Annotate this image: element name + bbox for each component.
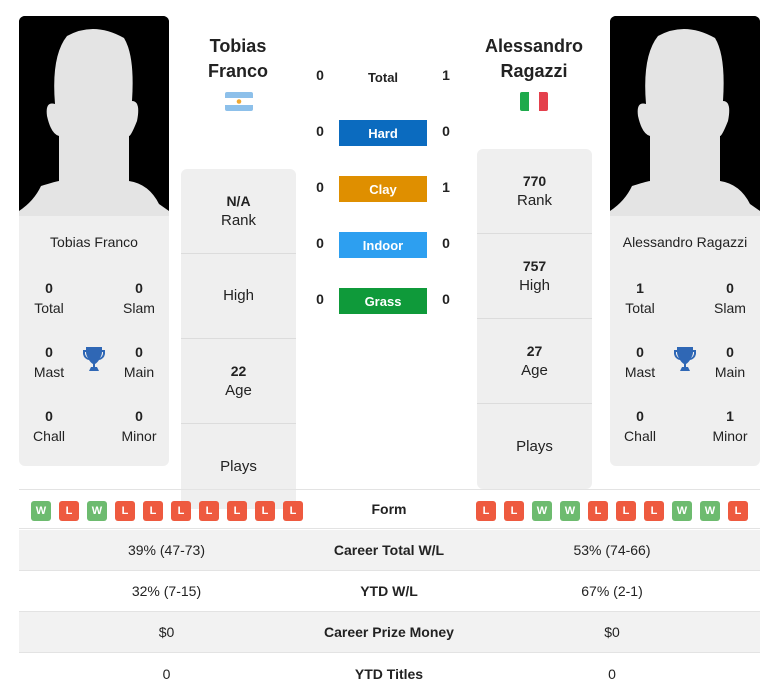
career-wl-label: Career Total W/L	[333, 542, 445, 558]
h2h-clay-p1: 0	[316, 179, 324, 195]
player1-form-badge-win[interactable]: W	[31, 501, 51, 521]
player2-form-badge-loss[interactable]: L	[728, 501, 748, 521]
h2h-total-label: Total	[367, 70, 399, 85]
h2h-total-p1: 0	[316, 67, 324, 83]
player2-titles-card: Alessandro Ragazzi 1 Total 0 Slam 0 Mast 0M…	[610, 216, 760, 466]
player1-main-titles: 0 Main	[123, 344, 155, 380]
h2h-indoor-p2: 0	[442, 235, 450, 251]
player-silhouette-icon	[610, 16, 760, 216]
ytd-wl-label: YTD W/L	[360, 583, 418, 599]
player1-ytd-wl: 32% (7-15)	[131, 583, 202, 599]
h2h-clay-p2: 1	[442, 179, 450, 195]
player2-form-badge-loss[interactable]: L	[644, 501, 664, 521]
player1-form-badge-loss[interactable]: L	[59, 501, 79, 521]
player2-minor-titles: 1 Minor	[712, 408, 748, 444]
player2-form-badge-win[interactable]: W	[672, 501, 692, 521]
player1-form-badge-win[interactable]: W	[87, 501, 107, 521]
h2h-grass-p2: 0	[442, 291, 450, 307]
stats-row-prize-money: $0 Career Prize Money $0	[19, 612, 760, 653]
player1-form-badge-loss[interactable]: L	[115, 501, 135, 521]
player1-form-badge-loss[interactable]: L	[171, 501, 191, 521]
player1-form-badge-loss[interactable]: L	[227, 501, 247, 521]
player2-mast-titles: 0 Mast	[624, 344, 656, 380]
player2-name[interactable]: Alessandro Ragazzi	[464, 34, 604, 84]
player1-chall-titles: 0 Chall	[33, 408, 65, 444]
surface-clay-badge[interactable]: Clay	[339, 176, 427, 202]
player1-minor-titles: 0 Minor	[121, 408, 157, 444]
player1-form-badge-loss[interactable]: L	[283, 501, 303, 521]
surface-indoor-badge[interactable]: Indoor	[339, 232, 427, 258]
player1-form-badge-loss[interactable]: L	[199, 501, 219, 521]
player1-career-wl: 39% (47-73)	[127, 542, 206, 558]
player1-form-badge-loss[interactable]: L	[255, 501, 275, 521]
h2h-hard-p2: 0	[442, 123, 450, 139]
player2-main-titles: 0 Main	[714, 344, 746, 380]
player2-slam-titles: 0 Slam	[714, 280, 746, 316]
player2-form-badge-win[interactable]: W	[532, 501, 552, 521]
player2-card-name: Alessandro Ragazzi	[622, 234, 748, 250]
stats-row-ytd-titles: 0 YTD Titles 0	[19, 653, 760, 694]
player1-age: 22 Age	[181, 339, 296, 424]
player2-high: 757 High	[477, 234, 592, 319]
player2-rank: 770 Rank	[477, 149, 592, 234]
player2-form-badge-loss[interactable]: L	[588, 501, 608, 521]
player2-plays: Plays	[516, 437, 553, 455]
h2h-total-p2: 1	[442, 67, 450, 83]
player1-card-name: Tobias Franco	[50, 234, 138, 250]
trophy-icon	[674, 347, 696, 371]
player2-photo	[610, 16, 760, 216]
stats-row-career-wl: 39% (47-73) Career Total W/L 53% (74-66)	[19, 530, 760, 571]
player1-prize-money: $0	[158, 624, 175, 640]
player2-ytd-wl: 67% (2-1)	[581, 583, 643, 599]
form-label: Form	[371, 501, 407, 517]
player-silhouette-icon	[19, 16, 169, 216]
player1-name[interactable]: Tobias Franco	[168, 34, 308, 84]
player2-info-panel: 770 Rank 757 High 27 Age Plays	[477, 149, 592, 489]
h2h-grass-p1: 0	[316, 291, 324, 307]
player1-total-titles: 0 Total	[34, 280, 64, 316]
player1-info-panel: N/A Rank High 22 Age Plays	[181, 169, 296, 509]
player2-total-titles: 1 Total	[625, 280, 655, 316]
player2-prize-money: $0	[604, 624, 620, 640]
player2-career-wl: 53% (74-66)	[573, 542, 651, 558]
h2h-hard-p1: 0	[316, 123, 324, 139]
h2h-indoor-p1: 0	[316, 235, 324, 251]
player1-slam-titles: 0 Slam	[123, 280, 155, 316]
player1-form-badge-loss[interactable]: L	[143, 501, 163, 521]
player2-age: 27 Age	[477, 319, 592, 404]
argentina-flag-icon	[225, 92, 253, 111]
surface-grass-badge[interactable]: Grass	[339, 288, 427, 314]
player2-form-badge-win[interactable]: W	[560, 501, 580, 521]
player1-ytd-titles: 0	[162, 665, 171, 682]
player1-rank: N/A Rank	[181, 169, 296, 254]
player1-titles-card: Tobias Franco 0 Total 0 Slam 0 Mast 0 Main 0…	[19, 216, 169, 466]
player1-high: High	[181, 254, 296, 339]
player2-form-badge-loss[interactable]: L	[616, 501, 636, 521]
form-row: WLWLLLLLLL Form LLWWLLLWWL	[19, 489, 760, 529]
player2-chall-titles: 0 Chall	[624, 408, 656, 444]
player1-photo	[19, 16, 169, 216]
trophy-icon	[83, 347, 105, 371]
prize-money-label: Career Prize Money	[324, 624, 454, 640]
italy-flag-icon	[520, 92, 548, 111]
player1-mast-titles: 0 Mast	[33, 344, 65, 380]
player2-form-badge-loss[interactable]: L	[476, 501, 496, 521]
ytd-titles-label: YTD Titles	[354, 665, 424, 682]
stats-row-ytd-wl: 32% (7-15) YTD W/L 67% (2-1)	[19, 571, 760, 612]
player2-form-badge-loss[interactable]: L	[504, 501, 524, 521]
player2-ytd-titles: 0	[608, 665, 616, 682]
surface-hard-badge[interactable]: Hard	[339, 120, 427, 146]
player2-form-badge-win[interactable]: W	[700, 501, 720, 521]
